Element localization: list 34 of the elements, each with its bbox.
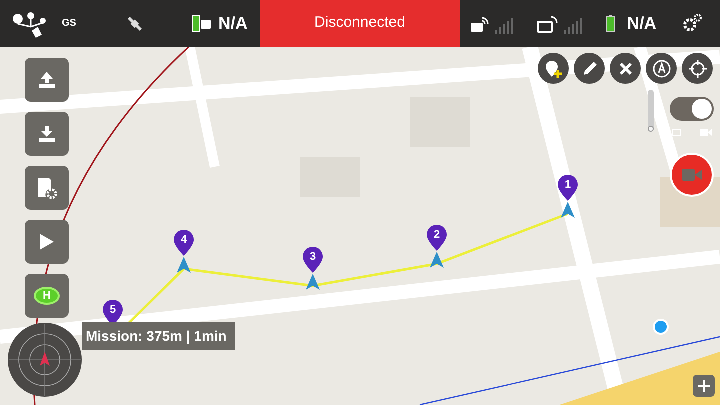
video-link-icon bbox=[537, 16, 560, 34]
side-toolbar-button[interactable] bbox=[25, 58, 69, 102]
camera-icon bbox=[672, 129, 681, 136]
remote-controller-icon bbox=[470, 16, 490, 34]
waypoint-marker[interactable]: 3 bbox=[303, 247, 323, 273]
home-point-icon: H bbox=[34, 287, 60, 305]
side-toolbar-button[interactable] bbox=[25, 220, 69, 264]
zoom-in-button[interactable] bbox=[693, 375, 715, 397]
settings-icon bbox=[682, 14, 702, 34]
side-toolbar-button[interactable] bbox=[25, 166, 69, 210]
remote-battery-value: N/A bbox=[218, 12, 248, 35]
connection-status: Disconnected bbox=[260, 0, 460, 47]
play-icon bbox=[39, 233, 55, 251]
aircraft-battery-value: N/A bbox=[627, 12, 657, 35]
map-drawing[interactable] bbox=[0, 47, 720, 405]
crosshair-icon bbox=[688, 60, 706, 78]
plus-icon bbox=[698, 380, 710, 392]
video-camera-icon bbox=[682, 169, 702, 181]
download-icon bbox=[38, 125, 56, 143]
waypoint-marker[interactable]: 2 bbox=[427, 225, 447, 251]
waypoint-marker[interactable]: 4 bbox=[174, 230, 194, 256]
upload-icon bbox=[38, 71, 56, 89]
video-camera-icon bbox=[700, 129, 712, 136]
battery-icon bbox=[606, 14, 616, 32]
pin-plus-icon bbox=[544, 60, 562, 78]
app-label: GS bbox=[62, 17, 76, 31]
document-gear-icon bbox=[37, 177, 57, 199]
radar-icon bbox=[7, 322, 83, 398]
side-toolbar-button[interactable] bbox=[25, 112, 69, 156]
zoom-slider[interactable] bbox=[648, 90, 654, 132]
circled-letter-icon bbox=[652, 60, 670, 78]
waypoint-marker[interactable]: 1 bbox=[558, 175, 578, 201]
mission-summary: Mission: 375m | 1min bbox=[82, 322, 235, 350]
photo-video-toggle[interactable] bbox=[670, 97, 714, 121]
